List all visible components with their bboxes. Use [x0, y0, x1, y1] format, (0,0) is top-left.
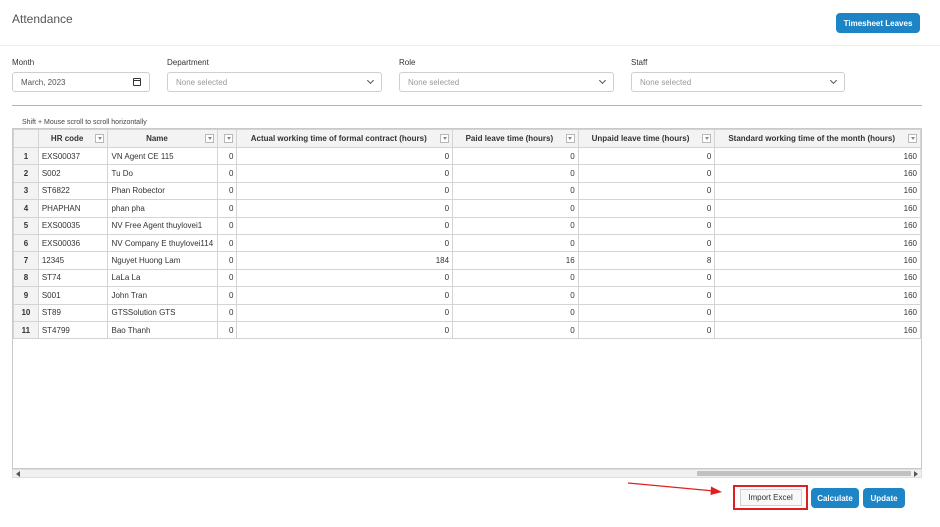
calculate-button[interactable]: Calculate — [811, 488, 859, 508]
update-button[interactable]: Update — [863, 488, 905, 508]
import-excel-highlight: Import Excel — [733, 485, 808, 510]
import-excel-button[interactable]: Import Excel — [739, 489, 802, 506]
annotation-arrow-icon — [627, 482, 722, 495]
